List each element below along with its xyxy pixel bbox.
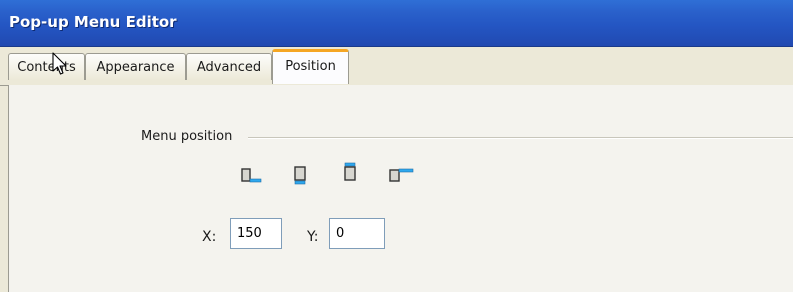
- tab-advanced-label: Advanced: [196, 60, 262, 75]
- position-bottom-right-icon[interactable]: [239, 161, 265, 189]
- position-top-right-icon[interactable]: [389, 161, 415, 189]
- tab-advanced[interactable]: Advanced: [186, 53, 272, 80]
- tab-strip: Contents Appearance Advanced Position: [0, 47, 793, 86]
- tab-position[interactable]: Position: [272, 49, 349, 84]
- y-input[interactable]: [329, 218, 385, 249]
- menu-position-label: Menu position: [141, 129, 233, 144]
- window-title: Pop-up Menu Editor: [9, 13, 177, 31]
- tab-appearance[interactable]: Appearance: [85, 53, 186, 80]
- y-label: Y:: [307, 229, 319, 245]
- tab-contents[interactable]: Contents: [8, 53, 85, 80]
- position-top-icon[interactable]: [339, 161, 365, 189]
- position-bottom-icon[interactable]: [289, 161, 315, 189]
- mouse-cursor-icon: [52, 52, 70, 82]
- x-input[interactable]: [230, 218, 282, 249]
- position-panel: Menu position X: Y:: [8, 85, 793, 292]
- tab-position-label: Position: [285, 59, 336, 74]
- title-bar[interactable]: Pop-up Menu Editor: [0, 0, 793, 47]
- group-divider: [248, 137, 793, 139]
- tab-appearance-label: Appearance: [96, 60, 175, 75]
- x-label: X:: [202, 229, 217, 245]
